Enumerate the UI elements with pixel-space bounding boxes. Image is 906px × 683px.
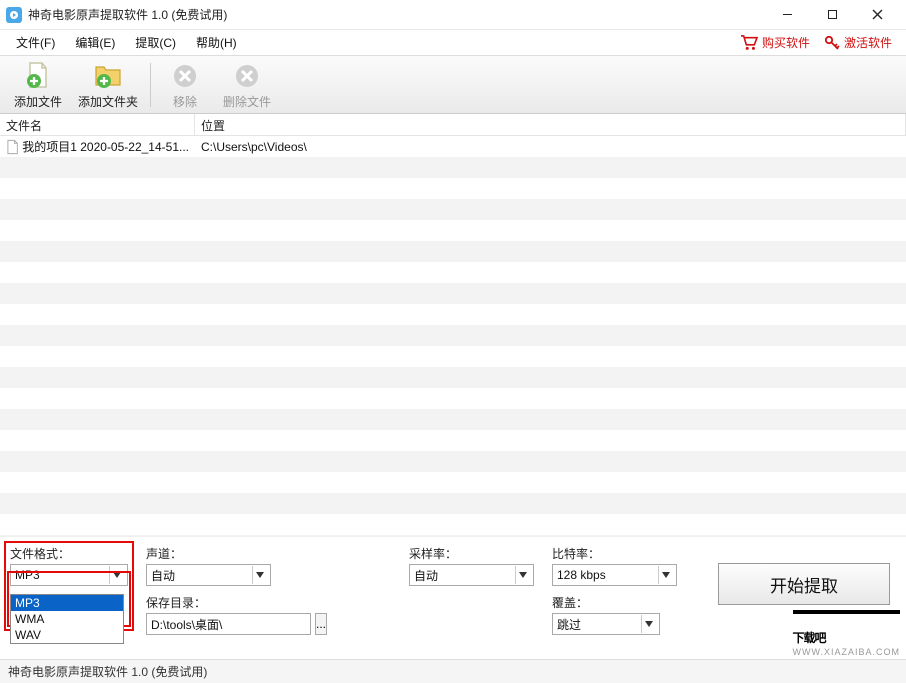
- column-header-filename[interactable]: 文件名: [0, 114, 195, 135]
- toolbar: 添加文件 添加文件夹 移除 删除文件: [0, 56, 906, 114]
- add-folder-label: 添加文件夹: [78, 93, 138, 110]
- title-bar: 神奇电影原声提取软件 1.0 (免费试用): [0, 0, 906, 30]
- table-row[interactable]: 我的项目1 2020-05-22_14-51... C:\Users\pc\Vi…: [0, 136, 906, 157]
- window-title: 神奇电影原声提取软件 1.0 (免费试用): [28, 6, 227, 23]
- add-file-button[interactable]: 添加文件: [8, 58, 68, 112]
- field-file-format: 文件格式： MP3: [10, 545, 128, 586]
- combo-overwrite-value: 跳过: [557, 616, 641, 633]
- app-icon: [6, 7, 22, 23]
- combo-overwrite[interactable]: 跳过: [552, 613, 660, 635]
- col-samplerate: 采样率： 自动: [409, 545, 534, 635]
- remove-button[interactable]: 移除: [157, 58, 213, 112]
- watermark-text: 下载吧: [793, 631, 826, 645]
- dropdown-item-mp3[interactable]: MP3: [11, 595, 123, 611]
- dropdown-file-format[interactable]: MP3 WMA WAV: [10, 594, 124, 644]
- dropdown-item-wma[interactable]: WMA: [11, 611, 123, 627]
- watermark-sub: WWW.XIAZAIBA.COM: [793, 647, 901, 657]
- remove-label: 移除: [173, 93, 197, 110]
- combo-channel-value: 自动: [151, 567, 252, 584]
- browse-button[interactable]: ...: [315, 613, 327, 635]
- start-extract-button[interactable]: 开始提取: [718, 563, 890, 605]
- file-add-icon: [22, 60, 54, 92]
- table-header: 文件名 位置: [0, 114, 906, 136]
- toolbar-separator: [150, 63, 151, 107]
- column-header-location[interactable]: 位置: [195, 114, 906, 135]
- combo-samplerate-value: 自动: [414, 567, 515, 584]
- label-file-format: 文件格式：: [10, 545, 128, 562]
- label-samplerate: 采样率：: [409, 545, 534, 562]
- combo-bitrate-value: 128 kbps: [557, 568, 658, 582]
- cart-icon: [740, 35, 758, 51]
- menu-file[interactable]: 文件(F): [6, 30, 65, 55]
- remove-file-label: 删除文件: [223, 93, 271, 110]
- label-overwrite: 覆盖：: [552, 594, 677, 611]
- table-body[interactable]: 我的项目1 2020-05-22_14-51... C:\Users\pc\Vi…: [0, 136, 906, 536]
- menu-right-group: 购买软件 激活软件: [740, 34, 900, 51]
- cell-filename: 我的项目1 2020-05-22_14-51...: [0, 138, 195, 155]
- menu-help[interactable]: 帮助(H): [186, 30, 247, 55]
- field-overwrite: 覆盖： 跳过: [552, 594, 677, 635]
- col-bitrate-overwrite: 比特率： 128 kbps 覆盖： 跳过: [552, 545, 677, 635]
- cell-location: C:\Users\pc\Videos\: [195, 140, 906, 154]
- combo-file-format[interactable]: MP3: [10, 564, 128, 586]
- chevron-down-icon: [252, 566, 266, 584]
- add-folder-button[interactable]: 添加文件夹: [72, 58, 144, 112]
- minimize-button[interactable]: [765, 1, 810, 29]
- window-controls: [765, 1, 900, 29]
- settings-panel: 文件格式： MP3 MP3 WMA WAV 声道： 自动 保存目录： ...: [0, 536, 906, 645]
- cell-filename-text: 我的项目1 2020-05-22_14-51...: [22, 138, 189, 155]
- combo-channel[interactable]: 自动: [146, 564, 271, 586]
- label-savedir: 保存目录：: [146, 594, 271, 611]
- maximize-button[interactable]: [810, 1, 855, 29]
- label-bitrate: 比特率：: [552, 545, 677, 562]
- chevron-down-icon: [515, 566, 529, 584]
- watermark: 下载吧 WWW.XIAZAIBA.COM: [793, 610, 901, 657]
- activate-software-link[interactable]: 激活软件: [824, 34, 892, 51]
- label-channel: 声道：: [146, 545, 271, 562]
- add-file-label: 添加文件: [14, 93, 62, 110]
- close-button[interactable]: [855, 1, 900, 29]
- file-list-area: 文件名 位置 我的项目1 2020-05-22_14-51... C:\User…: [0, 114, 906, 536]
- combo-bitrate[interactable]: 128 kbps: [552, 564, 677, 586]
- status-text: 神奇电影原声提取软件 1.0 (免费试用): [8, 663, 207, 680]
- buy-software-link[interactable]: 购买软件: [740, 34, 810, 51]
- col-channel-savedir: 声道： 自动 保存目录： ...: [146, 545, 271, 635]
- chevron-down-icon: [658, 566, 672, 584]
- menu-bar: 文件(F) 编辑(E) 提取(C) 帮助(H) 购买软件 激活软件: [0, 30, 906, 56]
- remove-icon: [169, 60, 201, 92]
- chevron-down-icon: [641, 615, 655, 633]
- menu-extract[interactable]: 提取(C): [125, 30, 186, 55]
- field-channel: 声道： 自动: [146, 545, 271, 586]
- buy-label: 购买软件: [762, 34, 810, 51]
- menu-edit[interactable]: 编辑(E): [65, 30, 125, 55]
- remove-file-icon: [231, 60, 263, 92]
- combo-file-format-value: MP3: [15, 568, 109, 582]
- field-samplerate: 采样率： 自动: [409, 545, 534, 586]
- status-bar: 神奇电影原声提取软件 1.0 (免费试用): [0, 659, 906, 683]
- key-icon: [824, 35, 840, 51]
- document-icon: [6, 139, 19, 155]
- activate-label: 激活软件: [844, 34, 892, 51]
- dropdown-item-wav[interactable]: WAV: [11, 627, 123, 643]
- field-bitrate: 比特率： 128 kbps: [552, 545, 677, 586]
- chevron-down-icon: [109, 566, 123, 584]
- combo-samplerate[interactable]: 自动: [409, 564, 534, 586]
- field-savedir: 保存目录： ...: [146, 594, 271, 635]
- folder-add-icon: [92, 60, 124, 92]
- input-savedir[interactable]: [146, 613, 311, 635]
- remove-file-button[interactable]: 删除文件: [217, 58, 277, 112]
